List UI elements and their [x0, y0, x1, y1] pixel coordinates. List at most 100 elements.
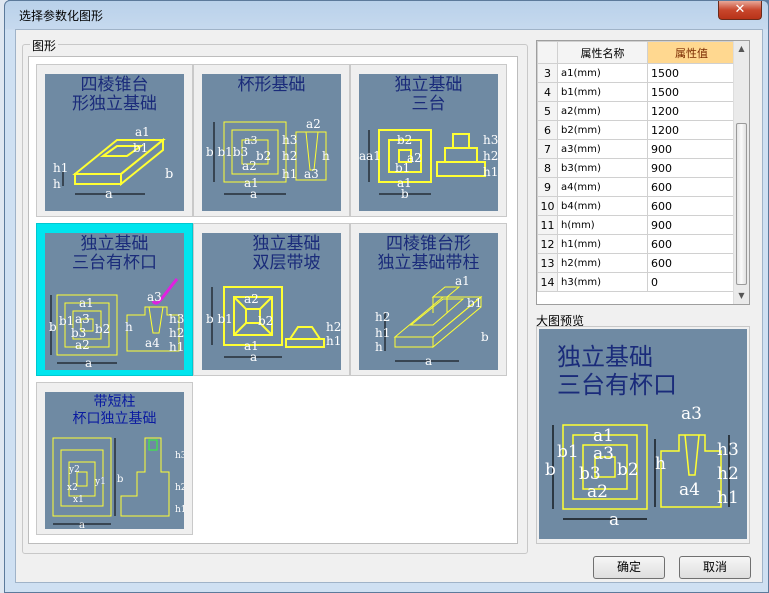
- property-value[interactable]: 600: [647, 177, 736, 197]
- svg-text:a3: a3: [75, 312, 90, 326]
- header-value[interactable]: 属性值: [647, 41, 736, 64]
- row-number: 10: [537, 196, 558, 216]
- svg-text:y1: y1: [94, 477, 106, 487]
- svg-text:b2: b2: [258, 314, 273, 328]
- shape-tile-double-slope[interactable]: 独立基础 双层带坡 a a1 a2 b b1 b2 h2 h1: [193, 223, 350, 376]
- svg-text:h2: h2: [282, 149, 297, 163]
- property-value[interactable]: 1500: [647, 63, 736, 83]
- scroll-down-arrow-icon[interactable]: ▼: [734, 288, 749, 304]
- property-value[interactable]: 600: [647, 234, 736, 254]
- shape-tile-pyramid-column[interactable]: 四棱锥台形 独立基础带柱 a a1 b1 b h2 h1 h: [350, 223, 507, 376]
- row-number: 13: [537, 253, 558, 273]
- svg-text:a1: a1: [593, 426, 614, 446]
- svg-text:h3: h3: [483, 133, 498, 147]
- svg-text:h2: h2: [169, 326, 184, 340]
- property-value[interactable]: 1500: [647, 82, 736, 102]
- svg-text:h: h: [322, 149, 330, 163]
- svg-text:b b1: b b1: [206, 312, 233, 326]
- property-name: b4(mm): [557, 196, 648, 216]
- window-title: 选择参数化图形: [19, 9, 104, 23]
- svg-text:b b1b3: b b1b3: [206, 145, 248, 159]
- svg-text:a1: a1: [397, 176, 412, 190]
- svg-text:b: b: [49, 320, 57, 334]
- svg-text:b2: b2: [617, 460, 639, 480]
- shape-thumbnail: 杯形基础 a a1 a3 b b1b3 b2 a2 a2 h3 h2 h1 h …: [202, 74, 341, 211]
- property-row[interactable]: 10 b4(mm) 600: [537, 196, 736, 216]
- header-name[interactable]: 属性名称: [557, 41, 648, 64]
- property-row[interactable]: 4 b1(mm) 1500: [537, 82, 736, 102]
- preview-panel: 独立基础 三台有杯口 a a1 a3 b b1 b3 b2 a2 a3 h a4…: [536, 326, 750, 544]
- property-name: a4(mm): [557, 177, 648, 197]
- shape-thumbnail: 独立基础 双层带坡 a a1 a2 b b1 b2 h2 h1: [202, 233, 341, 370]
- property-row[interactable]: 5 a2(mm) 1200: [537, 101, 736, 121]
- svg-text:b2: b2: [256, 149, 271, 163]
- svg-text:b2: b2: [397, 133, 412, 147]
- property-value[interactable]: 1200: [647, 120, 736, 140]
- property-value[interactable]: 900: [647, 215, 736, 235]
- svg-text:b1: b1: [133, 141, 148, 155]
- property-row[interactable]: 14 h3(mm) 0: [537, 272, 736, 292]
- property-value[interactable]: 900: [647, 139, 736, 159]
- svg-text:h2: h2: [483, 149, 498, 163]
- svg-text:h1: h1: [53, 161, 68, 175]
- svg-text:a3: a3: [593, 444, 614, 464]
- svg-text:x2: x2: [67, 483, 78, 493]
- svg-text:a1: a1: [244, 339, 259, 353]
- property-name: a1(mm): [557, 63, 648, 83]
- svg-text:h: h: [375, 340, 383, 354]
- property-row[interactable]: 11 h(mm) 900: [537, 215, 736, 235]
- svg-text:b: b: [117, 474, 123, 485]
- shape-tile-three-step-cup[interactable]: 独立基础 三台有杯口 a a1 a3 b b1 b3 b2 a2 a3 h a4…: [36, 223, 193, 376]
- property-scrollbar[interactable]: ▲ ▼: [733, 41, 749, 304]
- property-name: h1(mm): [557, 234, 648, 254]
- svg-text:b: b: [165, 167, 173, 182]
- property-row[interactable]: 6 b2(mm) 1200: [537, 120, 736, 140]
- cup-drawing: a a1 a3 b b1b3 b2 a2 a2 h3 h2 h1 h a3: [206, 117, 330, 201]
- property-name: b3(mm): [557, 158, 648, 178]
- svg-text:a1: a1: [455, 274, 470, 288]
- svg-text:y2: y2: [68, 465, 80, 475]
- svg-text:h1: h1: [282, 167, 297, 181]
- property-row[interactable]: 12 h1(mm) 600: [537, 234, 736, 254]
- property-value[interactable]: 1200: [647, 101, 736, 121]
- property-row[interactable]: 3 a1(mm) 1500: [537, 63, 736, 83]
- svg-text:a: a: [85, 356, 92, 370]
- shape-group-label: 图形: [30, 37, 59, 54]
- svg-text:h1: h1: [375, 326, 390, 340]
- svg-text:a1: a1: [244, 176, 259, 190]
- shape-tile-pyramid-foundation[interactable]: 四棱锥台 形独立基础 a a1 b1 b h1 h: [36, 64, 193, 217]
- cancel-button[interactable]: 取消: [679, 556, 751, 579]
- svg-text:a3: a3: [147, 290, 162, 304]
- property-value[interactable]: 0: [647, 272, 736, 292]
- three-step-drawing: b a1 b2 aa1 a2 b1 h3 h2 h1: [359, 129, 498, 201]
- property-value[interactable]: 600: [647, 196, 736, 216]
- svg-text:a3: a3: [681, 404, 702, 424]
- property-value[interactable]: 600: [647, 253, 736, 273]
- shape-tile-three-step[interactable]: 独立基础 三台 b a1 b2 aa1 a2 b1 h3 h2 h1: [350, 64, 507, 217]
- svg-text:b2: b2: [95, 322, 110, 336]
- scroll-up-arrow-icon[interactable]: ▲: [734, 41, 749, 57]
- scroll-thumb[interactable]: [736, 123, 747, 285]
- property-row[interactable]: 8 b3(mm) 900: [537, 158, 736, 178]
- property-grid: 属性名称 属性值 3 a1(mm) 1500 4 b1(mm) 1500 5 a2(mm) 12…: [537, 41, 736, 292]
- svg-text:h3: h3: [169, 312, 184, 326]
- shape-gallery[interactable]: 四棱锥台 形独立基础 a a1 b1 b h1 h 杯形基础 a a1 a3 b…: [28, 56, 518, 544]
- row-number: 8: [537, 158, 558, 178]
- shape-tile-short-column-cup[interactable]: 带短柱 杯口独立基础 a b y2 y1 x2 x1 h3 h2 h1: [36, 382, 193, 535]
- ok-button[interactable]: 确定: [593, 556, 665, 579]
- property-table[interactable]: 属性名称 属性值 3 a1(mm) 1500 4 b1(mm) 1500 5 a2(mm) 12…: [536, 40, 750, 305]
- svg-text:a: a: [105, 187, 113, 202]
- property-row[interactable]: 13 h2(mm) 600: [537, 253, 736, 273]
- property-row[interactable]: 9 a4(mm) 600: [537, 177, 736, 197]
- property-row[interactable]: 7 a3(mm) 900: [537, 139, 736, 159]
- svg-text:h2: h2: [717, 464, 739, 484]
- svg-text:a: a: [79, 520, 85, 529]
- dialog-body: 图形 四棱锥台 形独立基础 a a1 b1 b h1 h 杯形基础 a a1 a…: [15, 29, 763, 583]
- double-slope-drawing: a a1 a2 b b1 b2 h2 h1: [206, 286, 341, 364]
- svg-text:a: a: [425, 354, 432, 368]
- close-button[interactable]: ✕: [718, 1, 762, 20]
- shape-thumbnail: 独立基础 三台 b a1 b2 aa1 a2 b1 h3 h2 h1: [359, 74, 498, 211]
- property-value[interactable]: 900: [647, 158, 736, 178]
- property-name: h3(mm): [557, 272, 648, 292]
- shape-tile-cup-foundation[interactable]: 杯形基础 a a1 a3 b b1b3 b2 a2 a2 h3 h2 h1 h …: [193, 64, 350, 217]
